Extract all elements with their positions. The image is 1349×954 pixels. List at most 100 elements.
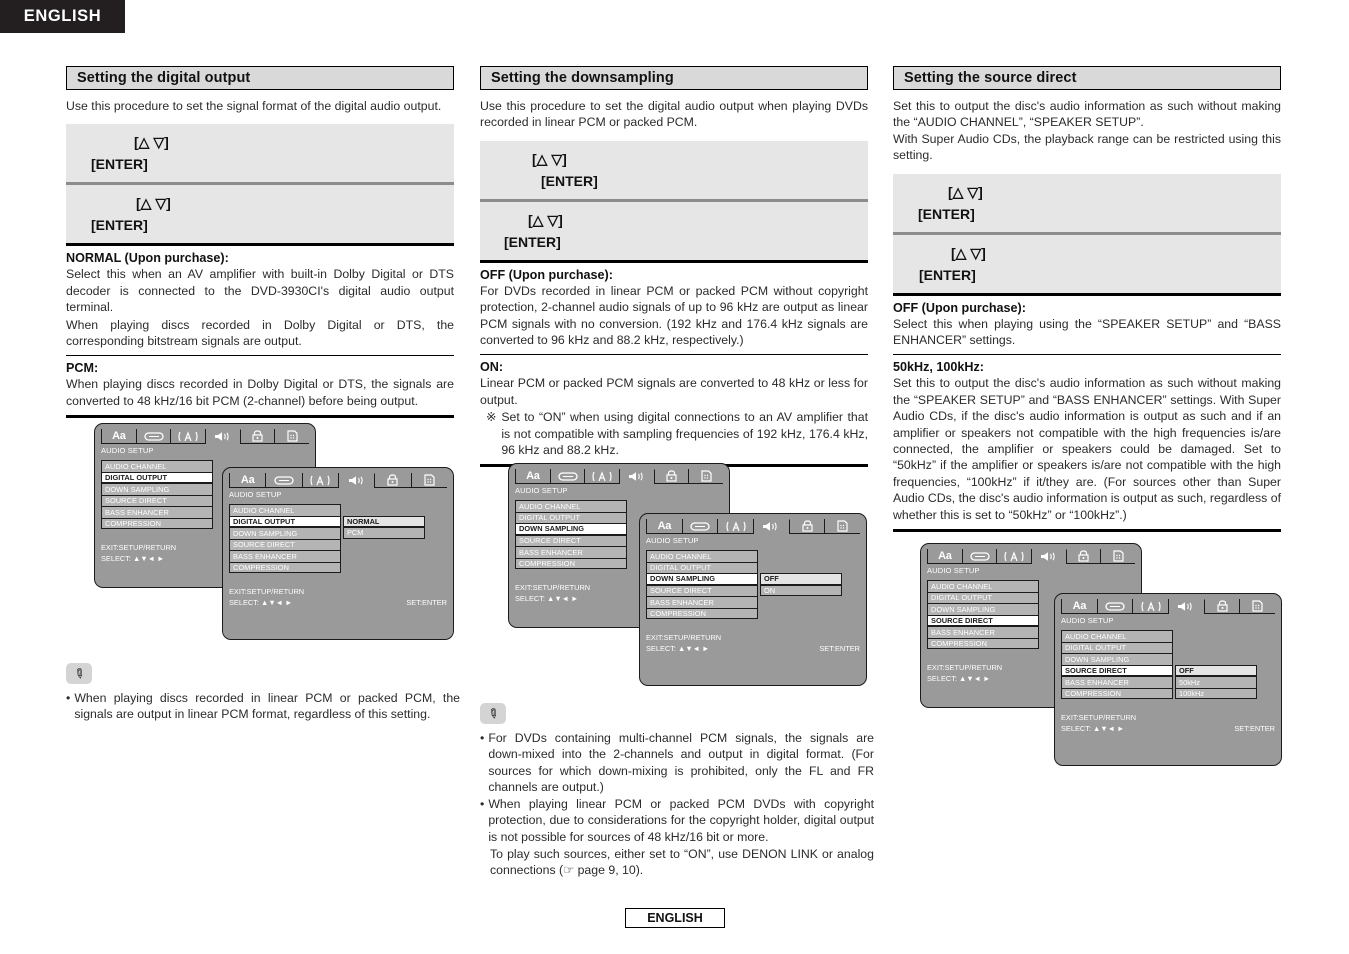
audio-icon[interactable] xyxy=(206,429,241,445)
osd-menu-item[interactable]: AUDIO CHANNEL xyxy=(515,500,627,512)
osd-value-spacer xyxy=(760,550,842,562)
osd-value-option[interactable]: 100kHz xyxy=(1175,687,1257,699)
others-icon[interactable] xyxy=(1101,549,1135,563)
osd-menu-item[interactable]: SOURCE DIRECT xyxy=(229,538,341,550)
osd-menu-item[interactable]: DIGITAL OUTPUT xyxy=(515,511,627,523)
osd-menu-item[interactable]: BASS ENHANCER xyxy=(927,626,1039,638)
osd-tab-language[interactable]: Aa xyxy=(927,549,963,563)
osd-tab-row: Aa xyxy=(646,519,860,535)
osd-tab-language[interactable]: Aa xyxy=(101,429,137,443)
osd-menu-item[interactable]: DIGITAL OUTPUT xyxy=(1061,641,1173,653)
osd-value-spacer xyxy=(1175,630,1257,642)
osd-value-option[interactable]: OFF xyxy=(1175,664,1257,676)
disc-icon[interactable] xyxy=(1098,599,1134,613)
osd-menu-item[interactable]: COMPRESSION xyxy=(1061,687,1173,699)
divider xyxy=(66,243,454,247)
osd-value-option[interactable]: ON xyxy=(760,584,842,596)
osd-menu-item[interactable]: SOURCE DIRECT xyxy=(101,494,213,506)
key-arrows: [△ ▽] xyxy=(948,183,983,200)
lock-icon[interactable] xyxy=(1067,549,1102,563)
divider xyxy=(66,355,454,357)
audio-icon[interactable] xyxy=(754,519,790,535)
osd-menu-item[interactable]: DIGITAL OUTPUT xyxy=(646,561,758,573)
audio-icon[interactable] xyxy=(1032,549,1067,565)
disc-icon[interactable] xyxy=(266,473,303,487)
osd-menu-item[interactable]: DOWN SAMPLING xyxy=(646,573,758,585)
osd-set-label: SET:ENTER xyxy=(1234,724,1275,733)
option-text: For DVDs recorded in linear PCM or packe… xyxy=(480,283,868,348)
osd-menu-item[interactable]: DOWN SAMPLING xyxy=(101,483,213,495)
key-enter: [ENTER] xyxy=(91,217,148,234)
osd-value-option[interactable]: NORMAL xyxy=(343,515,425,527)
others-icon[interactable] xyxy=(412,473,447,487)
osd-menu-item[interactable]: BASS ENHANCER xyxy=(1061,676,1173,688)
note-text: Set to “ON” when using digital connectio… xyxy=(501,410,868,458)
disc-icon[interactable] xyxy=(551,469,586,483)
list-item: • When playing discs recorded in linear … xyxy=(66,690,460,723)
osd-menu-item[interactable]: SOURCE DIRECT xyxy=(927,614,1039,626)
osd-menu-item[interactable]: COMPRESSION xyxy=(515,557,627,569)
osd-menu-item[interactable]: DOWN SAMPLING xyxy=(1061,653,1173,665)
osd-tab-language[interactable]: Aa xyxy=(515,469,551,483)
others-icon[interactable] xyxy=(1240,599,1275,613)
osd-title: AUDIO SETUP xyxy=(646,536,699,545)
osd-menu-item[interactable]: DIGITAL OUTPUT xyxy=(927,591,1039,603)
osd-menu-item[interactable]: SOURCE DIRECT xyxy=(515,534,627,546)
others-icon[interactable] xyxy=(825,519,860,533)
osd-menu-list: AUDIO CHANNEL DIGITAL OUTPUT DOWN SAMPLI… xyxy=(1061,630,1173,699)
audio-icon[interactable] xyxy=(620,469,655,485)
parental-icon[interactable] xyxy=(1133,599,1170,613)
osd-select-label: SELECT: ▲▼◄ ► xyxy=(515,594,579,603)
disc-icon[interactable] xyxy=(137,429,172,443)
osd-menu-item[interactable]: COMPRESSION xyxy=(229,561,341,573)
osd-tab-language[interactable]: Aa xyxy=(229,473,267,487)
osd-menu-item[interactable]: BASS ENHANCER xyxy=(515,546,627,558)
osd-menu-item[interactable]: AUDIO CHANNEL xyxy=(927,580,1039,592)
parental-icon[interactable] xyxy=(303,473,339,487)
disc-icon[interactable] xyxy=(683,519,719,533)
osd-menu-item[interactable]: AUDIO CHANNEL xyxy=(646,550,758,562)
bullet-dot: • xyxy=(480,731,485,745)
osd-menu-item[interactable]: BASS ENHANCER xyxy=(101,506,213,518)
lock-icon[interactable] xyxy=(655,469,690,483)
osd-menu-item[interactable]: SOURCE DIRECT xyxy=(1061,664,1173,676)
osd-menu-item[interactable]: COMPRESSION xyxy=(101,517,213,529)
osd-value-option[interactable]: 50kHz xyxy=(1175,676,1257,688)
osd-menu-item[interactable]: AUDIO CHANNEL xyxy=(229,504,341,516)
lock-icon[interactable] xyxy=(241,429,276,443)
osd-menu-item[interactable]: DOWN SAMPLING xyxy=(515,523,627,535)
parental-icon[interactable] xyxy=(585,469,621,483)
audio-icon[interactable] xyxy=(1169,599,1205,615)
osd-menu-item[interactable]: DOWN SAMPLING xyxy=(229,527,341,539)
others-icon[interactable] xyxy=(689,469,723,483)
others-icon[interactable] xyxy=(275,429,309,443)
osd-tab-language[interactable]: Aa xyxy=(1061,599,1098,613)
osd-menu-item[interactable]: DIGITAL OUTPUT xyxy=(101,471,213,483)
lock-icon[interactable] xyxy=(1205,599,1241,613)
osd-menu-item[interactable]: COMPRESSION xyxy=(646,607,758,619)
osd-menu-item[interactable]: DOWN SAMPLING xyxy=(927,603,1039,615)
lock-icon[interactable] xyxy=(790,519,826,533)
osd-footer: EXIT:SETUP/RETURN xyxy=(229,587,447,596)
osd-menu-item[interactable]: DIGITAL OUTPUT xyxy=(229,515,341,527)
lock-icon[interactable] xyxy=(375,473,412,487)
option-title: OFF (Upon purchase): xyxy=(480,267,613,282)
osd-menu-item[interactable]: COMPRESSION xyxy=(927,637,1039,649)
audio-icon[interactable] xyxy=(338,473,376,489)
parental-icon[interactable] xyxy=(718,519,755,533)
osd-value-spacer xyxy=(343,504,425,516)
osd-menu-item[interactable]: BASS ENHANCER xyxy=(229,550,341,562)
osd-menu-item[interactable]: BASS ENHANCER xyxy=(646,596,758,608)
osd-footer: EXIT:SETUP/RETURN xyxy=(1061,713,1275,722)
parental-icon[interactable] xyxy=(997,549,1033,563)
osd-menu-item[interactable]: AUDIO CHANNEL xyxy=(1061,630,1173,642)
osd-menu-item[interactable]: AUDIO CHANNEL xyxy=(101,460,213,472)
parental-icon[interactable] xyxy=(171,429,207,443)
osd-value-option[interactable]: OFF xyxy=(760,573,842,585)
osd-tab-language[interactable]: Aa xyxy=(646,519,683,533)
disc-icon[interactable] xyxy=(963,549,998,563)
osd-screen-submenu: Aa AUDIO SETUP AUDIO CHANNEL DIGITAL OUT… xyxy=(1054,593,1282,766)
osd-exit-label: EXIT:SETUP/RETURN xyxy=(646,633,722,642)
osd-value-option[interactable]: PCM xyxy=(343,527,425,539)
osd-menu-item[interactable]: SOURCE DIRECT xyxy=(646,584,758,596)
